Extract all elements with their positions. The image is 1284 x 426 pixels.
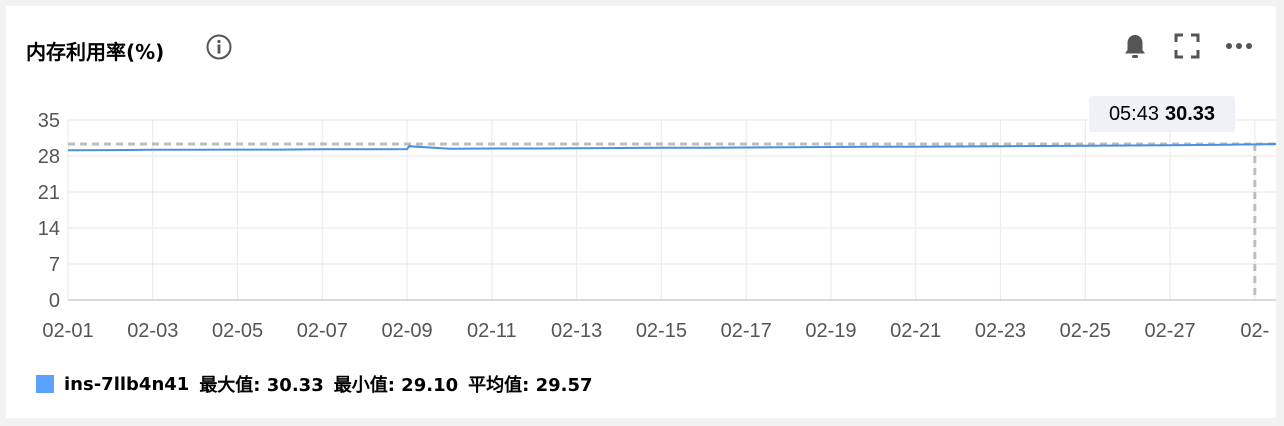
y-tick-label: 21 [38, 182, 60, 204]
x-tick-label: 02-27 [1144, 320, 1195, 342]
legend-series-name[interactable]: ins-7llb4n41 [64, 374, 189, 395]
y-tick-label: 14 [38, 218, 60, 240]
hover-tooltip: 05:43 30.33 [1089, 96, 1235, 132]
x-tick-label: 02-21 [890, 320, 941, 342]
legend: ins-7llb4n41 最大值: 30.33 最小值: 29.10 平均值: … [36, 372, 603, 396]
x-tick-label: 02-05 [212, 320, 263, 342]
legend-max: 最大值: 30.33 [199, 375, 324, 396]
legend-min: 最小值: 29.10 [333, 375, 459, 396]
x-tick-label: 02- [1240, 320, 1269, 342]
x-tick-label: 02-17 [721, 320, 772, 342]
x-tick-label: 02-19 [805, 320, 856, 342]
legend-swatch[interactable] [36, 375, 54, 393]
y-tick-label: 7 [49, 254, 60, 276]
x-tick-label: 02-03 [127, 320, 178, 342]
y-tick-label: 0 [49, 290, 60, 312]
y-tick-label: 28 [38, 146, 60, 168]
x-tick-label: 02-15 [636, 320, 687, 342]
x-tick-label: 02-09 [382, 320, 433, 342]
tooltip-value: 30.33 [1165, 102, 1216, 125]
x-tick-label: 02-01 [42, 320, 93, 342]
x-tick-label: 02-13 [551, 320, 602, 342]
legend-avg: 平均值: 29.57 [468, 375, 593, 396]
x-tick-label: 02-11 [467, 320, 517, 342]
x-tick-label: 02-23 [975, 320, 1026, 342]
x-tick-label: 02-07 [297, 320, 348, 342]
tooltip-time: 05:43 [1108, 102, 1159, 125]
line-chart: 0 7 14 21 28 35 02-01 02-03 02-05 02-07 02-09 02-11… [38, 110, 1276, 342]
y-tick-label: 35 [38, 110, 60, 132]
x-tick-label: 02-25 [1060, 320, 1111, 342]
chart-card: 内存利用率(%) 0 7 14 21 28 35 02-01 02-03 02-05 02-07 0… [6, 6, 1276, 418]
